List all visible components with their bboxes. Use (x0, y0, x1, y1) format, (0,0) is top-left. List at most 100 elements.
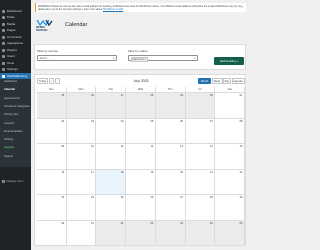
day-cell[interactable]: 31 (66, 220, 97, 246)
day-number[interactable]: 05 (240, 222, 243, 225)
day-cell[interactable]: 05 (126, 118, 156, 144)
day-cell[interactable]: 24 (66, 195, 97, 221)
service-filter-select[interactable]: Select ... ▾ (37, 55, 117, 61)
day-cell[interactable]: 02 (37, 118, 67, 144)
submenu-item[interactable]: Services & Categories (4, 105, 30, 108)
day-number[interactable]: 03 (91, 120, 94, 123)
submenu-item[interactable]: Email templates (4, 130, 22, 133)
day-cell[interactable]: 04 (96, 118, 127, 144)
day-cell[interactable]: 13 (155, 144, 186, 170)
day-cell[interactable]: 04 (185, 220, 216, 246)
day-number[interactable]: 19 (150, 171, 153, 174)
sidebar-item-dashboard[interactable]: Dashboard (0, 8, 31, 14)
day-cell[interactable]: 21 (185, 169, 216, 195)
day-cell-today[interactable]: 18 (96, 169, 127, 195)
day-cell[interactable]: 30 (37, 220, 67, 246)
day-number[interactable]: 09 (61, 145, 64, 148)
day-cell[interactable]: 26 (126, 195, 156, 221)
day-cell[interactable]: 08 (215, 118, 245, 144)
day-number[interactable]: 20 (180, 171, 183, 174)
day-number[interactable]: 10 (91, 145, 94, 148)
day-cell[interactable]: 17 (66, 169, 97, 195)
notice-link[interactable]: WordPress emails (103, 8, 123, 11)
day-cell[interactable]: 02 (126, 220, 156, 246)
day-number[interactable]: 16 (61, 171, 64, 174)
day-number[interactable]: 02 (61, 120, 64, 123)
sidebar-item-users[interactable]: Users (0, 54, 31, 60)
day-number[interactable]: 01 (240, 94, 243, 97)
submenu-item[interactable]: Coupons (4, 122, 14, 125)
day-cell[interactable]: 16 (37, 169, 67, 195)
day-number[interactable]: 21 (210, 171, 213, 174)
day-cell[interactable]: 23 (37, 195, 67, 221)
sidebar-item-settings[interactable]: Settings (0, 67, 31, 73)
sidebar-item-pages[interactable]: Pages (0, 28, 31, 34)
day-number[interactable]: 29 (180, 94, 183, 97)
day-number[interactable]: 15 (240, 145, 243, 148)
sidebar-item-appearance[interactable]: Appearance (0, 41, 31, 47)
submenu-item[interactable]: Support (4, 155, 13, 158)
day-cell[interactable]: 29 (215, 195, 245, 221)
day-number[interactable]: 24 (91, 196, 94, 199)
day-number[interactable]: 03 (180, 222, 183, 225)
view-day-button[interactable]: Day (223, 78, 231, 84)
day-cell[interactable]: 11 (96, 144, 127, 170)
dismiss-icon[interactable]: ✕ (240, 5, 244, 9)
day-number[interactable]: 27 (180, 196, 183, 199)
submenu-item[interactable]: Calendar (4, 88, 15, 91)
day-number[interactable]: 30 (210, 94, 213, 97)
day-cell[interactable]: 26 (66, 93, 97, 119)
day-number[interactable]: 28 (210, 196, 213, 199)
day-cell[interactable]: 03 (155, 220, 186, 246)
day-number[interactable]: 25 (121, 196, 124, 199)
day-number[interactable]: 17 (91, 171, 94, 174)
view-week-button[interactable]: Week (211, 78, 223, 84)
day-cell[interactable]: 25 (96, 195, 127, 221)
sidebar-item-plugins[interactable]: Plugins (0, 47, 31, 53)
day-cell[interactable]: 14 (185, 144, 216, 170)
day-cell[interactable]: 19 (126, 169, 156, 195)
day-cell[interactable]: 27 (155, 195, 186, 221)
day-cell[interactable]: 10 (66, 144, 97, 170)
day-cell[interactable]: 01 (215, 93, 245, 119)
day-number[interactable]: 22 (240, 171, 243, 174)
day-cell[interactable]: 30 (185, 93, 216, 119)
day-number[interactable]: 01 (121, 222, 124, 225)
day-number[interactable]: 30 (61, 222, 64, 225)
day-number[interactable]: 13 (180, 145, 183, 148)
day-cell[interactable]: 22 (215, 169, 245, 195)
day-number[interactable]: 14 (210, 145, 213, 148)
day-number[interactable]: 18 (121, 171, 124, 174)
submenu-item[interactable]: Upgrade (4, 146, 14, 149)
view-month-button[interactable]: Month (198, 78, 211, 84)
day-cell[interactable]: 28 (126, 93, 156, 119)
day-cell[interactable]: 29 (155, 93, 186, 119)
sidebar-item-webbabooking[interactable]: WebbaBooking (0, 73, 31, 79)
day-cell[interactable]: 28 (185, 195, 216, 221)
day-cell[interactable]: 15 (215, 144, 245, 170)
day-number[interactable]: 12 (150, 145, 153, 148)
sidebar-item-tools[interactable]: Tools (0, 60, 31, 66)
day-cell[interactable]: 06 (155, 118, 186, 144)
day-number[interactable]: 04 (210, 222, 213, 225)
day-cell[interactable]: 27 (96, 93, 127, 119)
day-number[interactable]: 11 (121, 145, 124, 148)
sidebar-item-comments[interactable]: Comments (0, 34, 31, 40)
day-number[interactable]: 31 (91, 222, 94, 225)
day-number[interactable]: 29 (240, 196, 243, 199)
collapse-menu-button[interactable]: Collapse menu (2, 180, 23, 183)
day-cell[interactable]: 09 (37, 144, 67, 170)
day-cell[interactable]: 05 (215, 220, 245, 246)
day-number[interactable]: 26 (150, 196, 153, 199)
status-filter-select[interactable]: Approved × ▾ (128, 55, 198, 62)
submenu-item[interactable]: Pricing rules (4, 113, 18, 116)
day-number[interactable]: 26 (91, 94, 94, 97)
day-number[interactable]: 05 (150, 120, 153, 123)
day-cell[interactable]: 07 (185, 118, 216, 144)
status-tag[interactable]: Approved × (130, 56, 148, 62)
sidebar-item-posts[interactable]: Posts (0, 15, 31, 21)
day-cell[interactable]: 12 (126, 144, 156, 170)
submenu-item[interactable]: Appointments (4, 97, 20, 100)
day-number[interactable]: 02 (150, 222, 153, 225)
day-number[interactable]: 07 (210, 120, 213, 123)
